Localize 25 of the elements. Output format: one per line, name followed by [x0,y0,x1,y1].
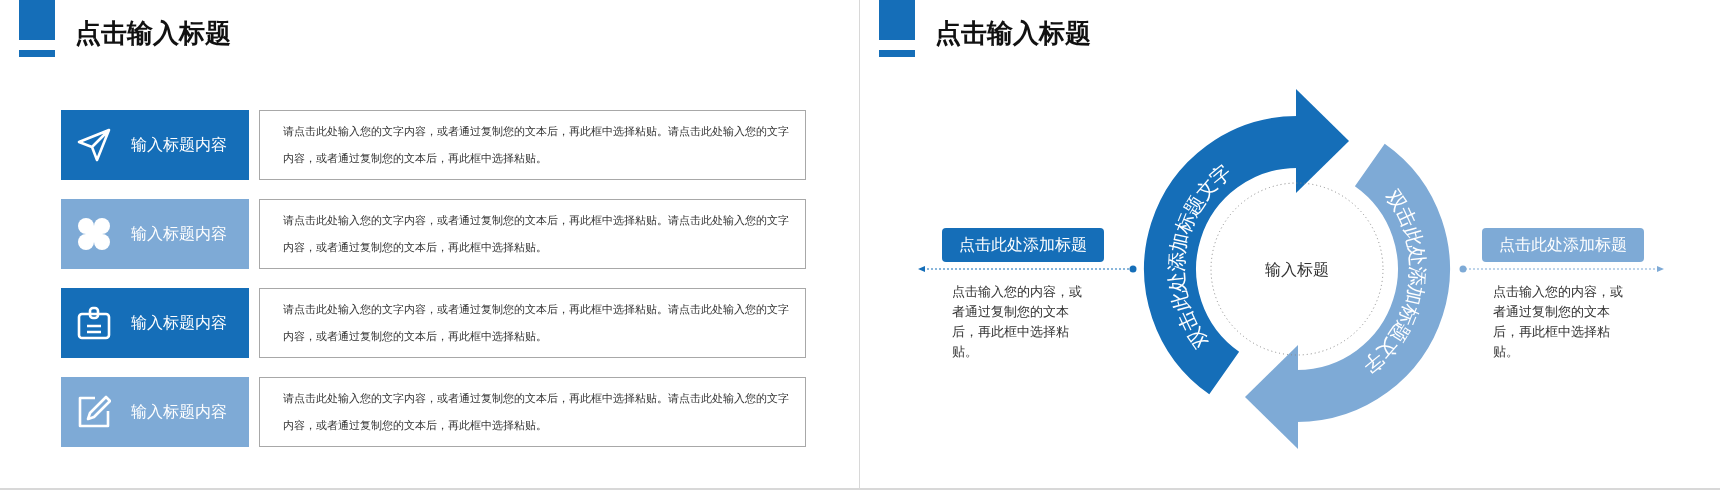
paper-plane-icon [77,128,111,162]
slide-title: 点击输入标题 [935,17,1091,49]
arrow-label: 双击此处添加标题文字 [1358,185,1431,379]
arrow-label: 双击此处添加标题文字 [1163,159,1236,353]
body-text: 请点击此处输入您的文字内容，或者通过复制您的文本后，再此框中选择粘贴。请点击此处输入您的文字内容，或者通过复制您的文本后，再此框中选择粘贴。 [283,302,790,345]
clover-icon [77,217,111,251]
title-marker [19,0,55,40]
edit-icon [77,395,111,429]
center-label: 输入标题 [1265,259,1329,279]
callout-text: 点击输入您的内容，或者通过复制您的文本后，再此框中选择粘贴。 [1493,283,1624,361]
title-marker-bar [19,50,55,57]
block-title: 输入标题内容 [131,312,227,334]
callout-text: 点击输入您的内容，或者通过复制您的文本后，再此框中选择粘贴。 [952,283,1083,361]
body-text: 请点击此处输入您的文字内容，或者通过复制您的文本后，再此框中选择粘贴。请点击此处输入您的文字内容，或者通过复制您的文本后，再此框中选择粘贴。 [283,391,790,434]
slide-title: 点击输入标题 [75,17,231,49]
callout-title: 点击此处添加标题 [1482,228,1644,262]
body-text: 请点击此处输入您的文字内容，或者通过复制您的文本后，再此框中选择粘贴。请点击此处输入您的文字内容，或者通过复制您的文本后，再此框中选择粘贴。 [283,124,790,167]
callout-title: 点击此处添加标题 [942,228,1104,262]
block-title: 输入标题内容 [131,401,227,423]
block-title: 输入标题内容 [131,223,227,245]
title-marker [879,0,915,40]
body-text: 请点击此处输入您的文字内容，或者通过复制您的文本后，再此框中选择粘贴。请点击此处输入您的文字内容，或者通过复制您的文本后，再此框中选择粘贴。 [283,213,790,256]
badge-icon [77,306,111,340]
block-title: 输入标题内容 [131,134,227,156]
title-marker-bar [879,50,915,57]
